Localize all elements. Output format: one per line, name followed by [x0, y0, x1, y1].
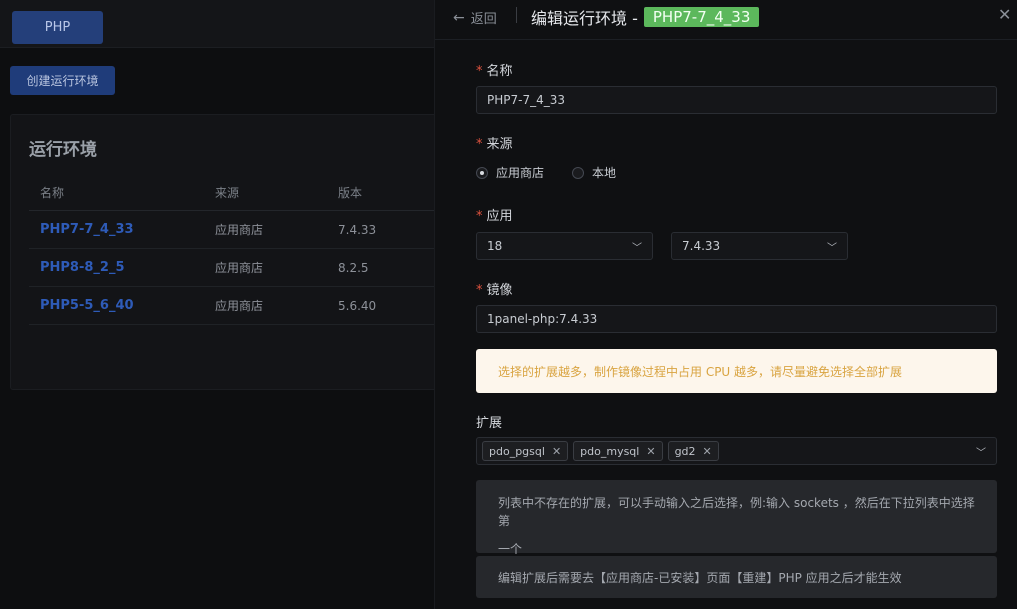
name-label-text: 名称 [486, 64, 513, 79]
runtime-version: 7.4.33 [338, 222, 377, 237]
runtime-source: 应用商店 [215, 261, 264, 275]
runtime-version: 5.6.40 [338, 298, 377, 313]
extension-tag: gd2 ✕ [667, 441, 719, 461]
image-label: * 镜像 [476, 279, 513, 298]
table-row: PHP5-5_6_40 应用商店 5.6.40 [29, 287, 449, 325]
tag-label: pdo_mysql [580, 444, 640, 458]
radio-label: 本地 [592, 166, 617, 180]
radio-app-store[interactable]: 应用商店 [476, 164, 544, 181]
extensions-select[interactable]: pdo_pgsql ✕ pdo_mysql ✕ gd2 ✕ ﹀ [476, 437, 997, 465]
chevron-down-icon: ﹀ [632, 242, 642, 254]
source-radio-group: 应用商店 本地 [476, 164, 616, 181]
column-source: 来源 [215, 186, 240, 200]
source-label: * 来源 [476, 133, 513, 152]
image-label-text: 镜像 [486, 283, 513, 298]
warning-alert: 选择的扩展越多，制作镜像过程中占用 CPU 越多，请尽量避免选择全部扩展 [476, 349, 997, 393]
radio-dot-selected [476, 166, 488, 179]
table-header: 名称 来源 版本 [29, 175, 449, 211]
name-input[interactable]: PHP7-7_4_33 [476, 86, 997, 114]
extension-tags: pdo_pgsql ✕ pdo_mysql ✕ gd2 ✕ [482, 441, 724, 461]
required-marker: * [476, 137, 483, 152]
radio-local[interactable]: 本地 [572, 164, 616, 181]
app-label: * 应用 [476, 205, 513, 224]
required-marker: * [476, 283, 483, 298]
extension-tag: pdo_mysql ✕ [573, 441, 663, 461]
runtime-source: 应用商店 [215, 299, 264, 313]
runtime-source: 应用商店 [215, 223, 264, 237]
runtime-name-link[interactable]: PHP5-5_6_40 [40, 298, 134, 313]
column-name: 名称 [40, 186, 65, 200]
drawer-title-text: 编辑运行环境 - [531, 9, 638, 28]
extension-tag: pdo_pgsql ✕ [482, 441, 569, 461]
radio-label: 应用商店 [496, 166, 545, 180]
radio-dot [572, 166, 585, 179]
extensions-label: 扩展 [476, 416, 503, 431]
runtime-card: 运行环境 名称 来源 版本 PHP7-7_4_33 应用商店 7.4.33 PH… [10, 114, 450, 390]
app-label-text: 应用 [486, 209, 513, 224]
back-label: 返回 [470, 12, 497, 27]
extension-hint-info: 列表中不存在的扩展，可以手动输入之后选择，例:输入 sockets ，然后在下拉… [476, 480, 997, 556]
rebuild-hint-info: 编辑扩展后需要去【应用商店-已安装】页面【重建】PHP 应用之后才能生效 [476, 556, 997, 598]
close-icon[interactable]: ✕ [646, 445, 655, 458]
runtime-name-link[interactable]: PHP8-8_2_5 [40, 260, 125, 275]
back-button[interactable]: ← 返回 [453, 8, 497, 28]
edit-runtime-drawer: ← 返回 编辑运行环境 - PHP7-7_4_33 ✕ * 名称 PHP7-7_4… [434, 0, 1017, 609]
close-icon[interactable]: ✕ [998, 5, 1011, 24]
runtime-table: 名称 来源 版本 PHP7-7_4_33 应用商店 7.4.33 PHP8-8_… [29, 175, 449, 325]
name-label: * 名称 [476, 60, 513, 79]
version-select-value: 7.4.33 [682, 239, 721, 253]
app-select-value: 18 [487, 239, 503, 253]
source-label-text: 来源 [486, 137, 513, 152]
runtime-version: 8.2.5 [338, 260, 369, 275]
tag-label: pdo_pgsql [489, 444, 545, 458]
required-marker: * [476, 209, 483, 224]
arrow-left-icon: ← [453, 9, 465, 26]
create-runtime-button[interactable]: 创建运行环境 [10, 66, 115, 95]
app-select[interactable]: 18 ﹀ [476, 232, 653, 260]
version-select[interactable]: 7.4.33 ﹀ [671, 232, 848, 260]
hint-line-1: 列表中不存在的扩展，可以手动输入之后选择，例:输入 sockets ，然后在下拉… [498, 496, 975, 528]
chevron-down-icon: ﹀ [976, 447, 986, 459]
runtime-name-link[interactable]: PHP7-7_4_33 [40, 222, 134, 237]
column-version: 版本 [338, 186, 363, 200]
drawer-header: ← 返回 编辑运行环境 - PHP7-7_4_33 ✕ [435, 0, 1017, 40]
divider [516, 7, 517, 23]
image-input[interactable]: 1panel-php:7.4.33 [476, 305, 997, 333]
tag-label: gd2 [674, 444, 696, 458]
table-row: PHP8-8_2_5 应用商店 8.2.5 [29, 249, 449, 287]
tab-php[interactable]: PHP [12, 11, 103, 44]
drawer-title: 编辑运行环境 - PHP7-7_4_33 [531, 5, 760, 29]
chevron-down-icon: ﹀ [827, 242, 837, 254]
card-title: 运行环境 [29, 140, 97, 160]
close-icon[interactable]: ✕ [552, 445, 561, 458]
required-marker: * [476, 64, 483, 79]
close-icon[interactable]: ✕ [703, 445, 712, 458]
runtime-name-badge: PHP7-7_4_33 [643, 7, 760, 27]
table-row: PHP7-7_4_33 应用商店 7.4.33 [29, 211, 449, 249]
